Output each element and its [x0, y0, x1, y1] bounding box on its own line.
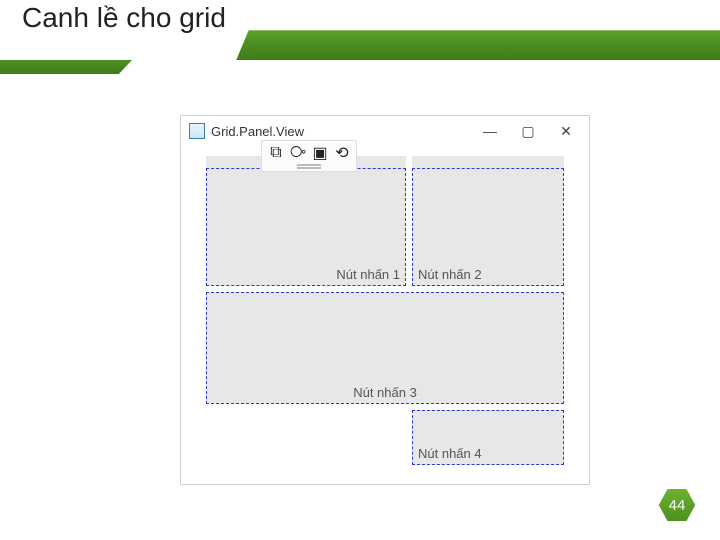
- grid-client-area: Nút nhấn 1 Nút nhấn 2 Nút nhấn 3 Nút nhấ…: [206, 156, 566, 469]
- grid-panel-window: Grid.Panel.View — ▢ ✕ ⧉ ⧂ ▣ ⟲ Nút nhấn 1…: [180, 115, 590, 485]
- window-titlebar: Grid.Panel.View — ▢ ✕: [181, 116, 589, 146]
- cell-2-label: Nút nhấn 2: [418, 267, 482, 282]
- minimize-button[interactable]: —: [471, 123, 509, 139]
- header-notch: [0, 60, 132, 74]
- window-title: Grid.Panel.View: [211, 124, 304, 139]
- toolbar-icon-4[interactable]: ⟲: [333, 144, 351, 162]
- page-number-badge: 44: [658, 488, 696, 522]
- toolbar-icon-3[interactable]: ▣: [311, 144, 329, 162]
- grid-cell-3[interactable]: Nút nhấn 3: [206, 292, 564, 404]
- slide-title: Canh lề cho grid: [22, 2, 226, 34]
- app-icon: [189, 123, 205, 139]
- toolbar-grip-icon: [297, 164, 321, 166]
- cell-3-label: Nút nhấn 3: [353, 385, 417, 400]
- close-button[interactable]: ✕: [547, 123, 585, 140]
- toolbar-icon-1[interactable]: ⧉: [267, 144, 285, 162]
- maximize-button[interactable]: ▢: [509, 123, 547, 140]
- page-number: 44: [669, 497, 686, 514]
- designer-toolbar: ⧉ ⧂ ▣ ⟲: [261, 140, 357, 172]
- toolbar-icon-2[interactable]: ⧂: [289, 144, 307, 162]
- window-buttons: — ▢ ✕: [471, 116, 585, 146]
- slide-header: Canh lề cho grid: [0, 0, 720, 74]
- cell-4-label: Nút nhấn 4: [418, 446, 482, 461]
- cell-1-label: Nút nhấn 1: [336, 267, 400, 282]
- grid-cell-1[interactable]: Nút nhấn 1: [206, 156, 406, 286]
- grid-cell-2[interactable]: Nút nhấn 2: [412, 156, 564, 286]
- grid-cell-4[interactable]: Nút nhấn 4: [412, 410, 564, 465]
